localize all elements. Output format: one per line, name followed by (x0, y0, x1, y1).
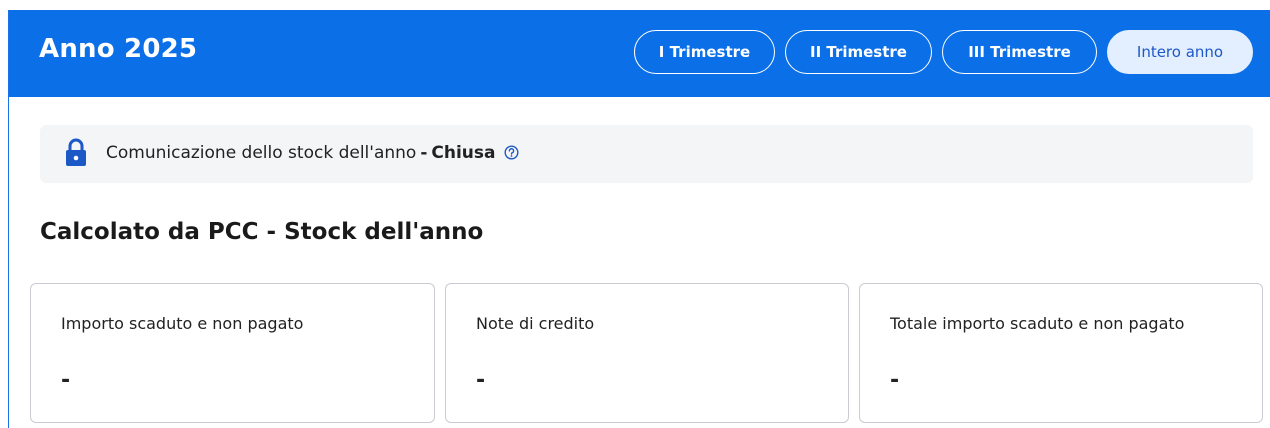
stock-notice: Comunicazione dello stock dell'anno - Chiu… (40, 125, 1253, 183)
section-title: Calcolato da PCC - Stock dell'anno (40, 219, 484, 245)
lock-icon (65, 138, 87, 171)
tab-full-year[interactable]: Intero anno (1107, 30, 1253, 74)
card-value: - (890, 368, 900, 393)
tab-first-quarter[interactable]: I Trimestre (634, 30, 775, 74)
notice-text: Comunicazione dello stock dell'anno - Chiu… (106, 143, 519, 165)
card-credit-notes: Note di credito - (445, 283, 849, 423)
tab-third-quarter[interactable]: III Trimestre (942, 30, 1097, 74)
card-value: - (476, 368, 486, 393)
period-tabs: I Trimestre II Trimestre III Trimestre I… (634, 30, 1253, 74)
tab-second-quarter[interactable]: II Trimestre (785, 30, 932, 74)
question-circle-icon[interactable] (504, 145, 519, 165)
card-value: - (61, 368, 71, 393)
card-label: Importo scaduto e non pagato (61, 314, 304, 333)
card-total-overdue-unpaid: Totale importo scaduto e non pagato - (859, 283, 1263, 423)
card-label: Totale importo scaduto e non pagato (890, 314, 1185, 333)
card-overdue-unpaid: Importo scaduto e non pagato - (30, 283, 435, 423)
page-frame: Anno 2025 I Trimestre II Trimestre III T… (8, 10, 1270, 428)
notice-separator: - (420, 143, 428, 163)
year-header: Anno 2025 I Trimestre II Trimestre III T… (9, 10, 1270, 97)
card-label: Note di credito (476, 314, 595, 333)
notice-message: Comunicazione dello stock dell'anno (106, 143, 417, 163)
notice-status: Chiusa (431, 143, 496, 163)
page-title: Anno 2025 (39, 34, 198, 64)
